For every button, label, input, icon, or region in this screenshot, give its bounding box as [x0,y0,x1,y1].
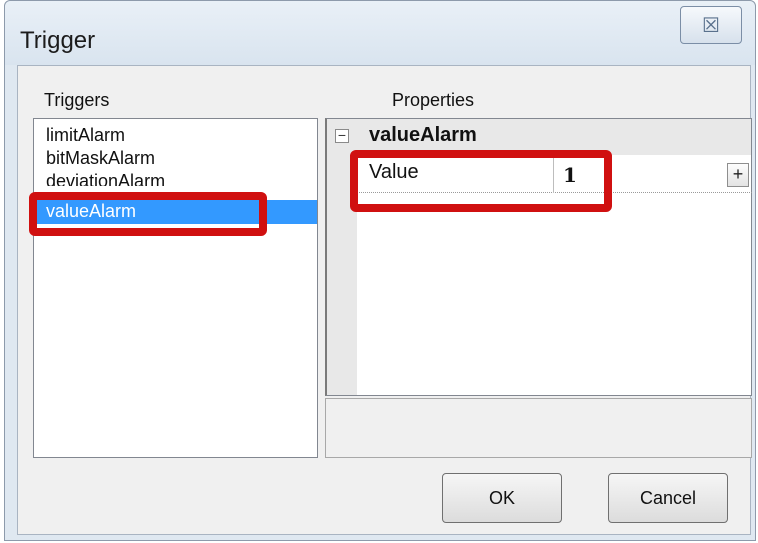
triggers-list[interactable]: limitAlarm bitMaskAlarm deviationAlarm v… [33,118,318,458]
triggers-label: Triggers [44,90,110,110]
close-icon: ☒ [702,14,720,37]
property-description-panel [325,398,752,458]
list-item-limitalarm[interactable]: limitAlarm [46,125,125,146]
category-title: valueAlarm [369,124,477,146]
collapse-icon[interactable]: − [335,128,349,143]
ok-button[interactable]: OK [442,473,562,523]
title-bar [5,1,755,65]
list-item-bitmaskalarm[interactable]: bitMaskAlarm [46,148,155,169]
cancel-button[interactable]: Cancel [608,473,728,523]
list-item-deviationalarm[interactable]: deviationAlarm [46,171,165,186]
highlight-selected-trigger [29,192,267,236]
highlight-value-row [350,150,612,212]
properties-label: Properties [392,90,475,110]
plus-icon[interactable]: + [727,163,749,187]
window-title: Trigger [20,27,96,54]
close-button[interactable]: ☒ [680,6,742,44]
